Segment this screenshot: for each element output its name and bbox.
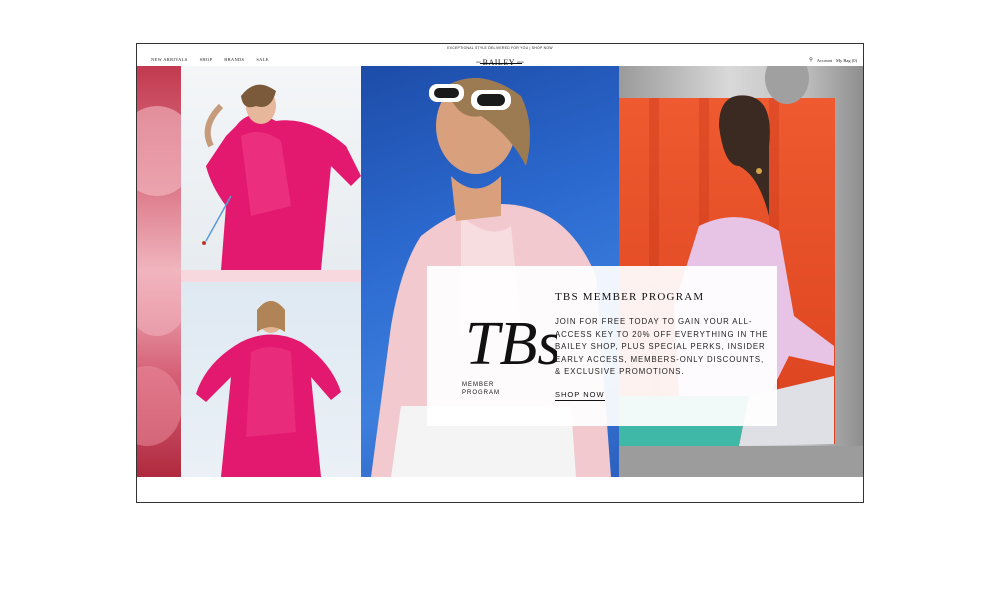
browser-page: EXCEPTIONAL STYLE DELIVERED FOR YOU | SH… (136, 43, 864, 503)
page-footer-space (137, 477, 863, 502)
tbs-monogram-logo: TBs MEMBER PROGRAM (462, 310, 557, 396)
model-photo-pink-dress-2 (181, 282, 361, 477)
logo-underline (480, 63, 522, 64)
account-area: ⚲ Account My Bag (0) (809, 57, 857, 64)
bag-count: 0 (853, 57, 856, 63)
hero-left-panel (137, 66, 361, 477)
account-link[interactable]: Account (817, 58, 832, 63)
search-icon[interactable]: ⚲ (809, 57, 813, 63)
hero-banner[interactable]: TBs MEMBER PROGRAM TBS MEMBER PROGRAM JO… (137, 66, 863, 477)
promo-title: TBS MEMBER PROGRAM (555, 291, 705, 303)
petal-shape (137, 266, 187, 336)
shop-now-link[interactable]: SHOP NOW (555, 390, 605, 401)
monogram-sub-2: PROGRAM (462, 390, 500, 396)
photo-divider (181, 270, 361, 282)
member-program-card[interactable]: TBs MEMBER PROGRAM TBS MEMBER PROGRAM JO… (427, 266, 777, 426)
monogram-sub-1: MEMBER (462, 382, 494, 388)
petal-shape (137, 366, 182, 446)
bag-label: My Bag (836, 57, 851, 63)
announcement-bar[interactable]: EXCEPTIONAL STYLE DELIVERED FOR YOU | SH… (137, 46, 863, 50)
model-photo-pink-dress-1 (181, 66, 361, 270)
promo-body: JOIN FOR FREE TODAY TO GAIN YOUR ALL-ACC… (555, 317, 769, 376)
bag-link[interactable]: My Bag (0) (836, 58, 857, 63)
monogram-main: TBs (465, 310, 557, 378)
